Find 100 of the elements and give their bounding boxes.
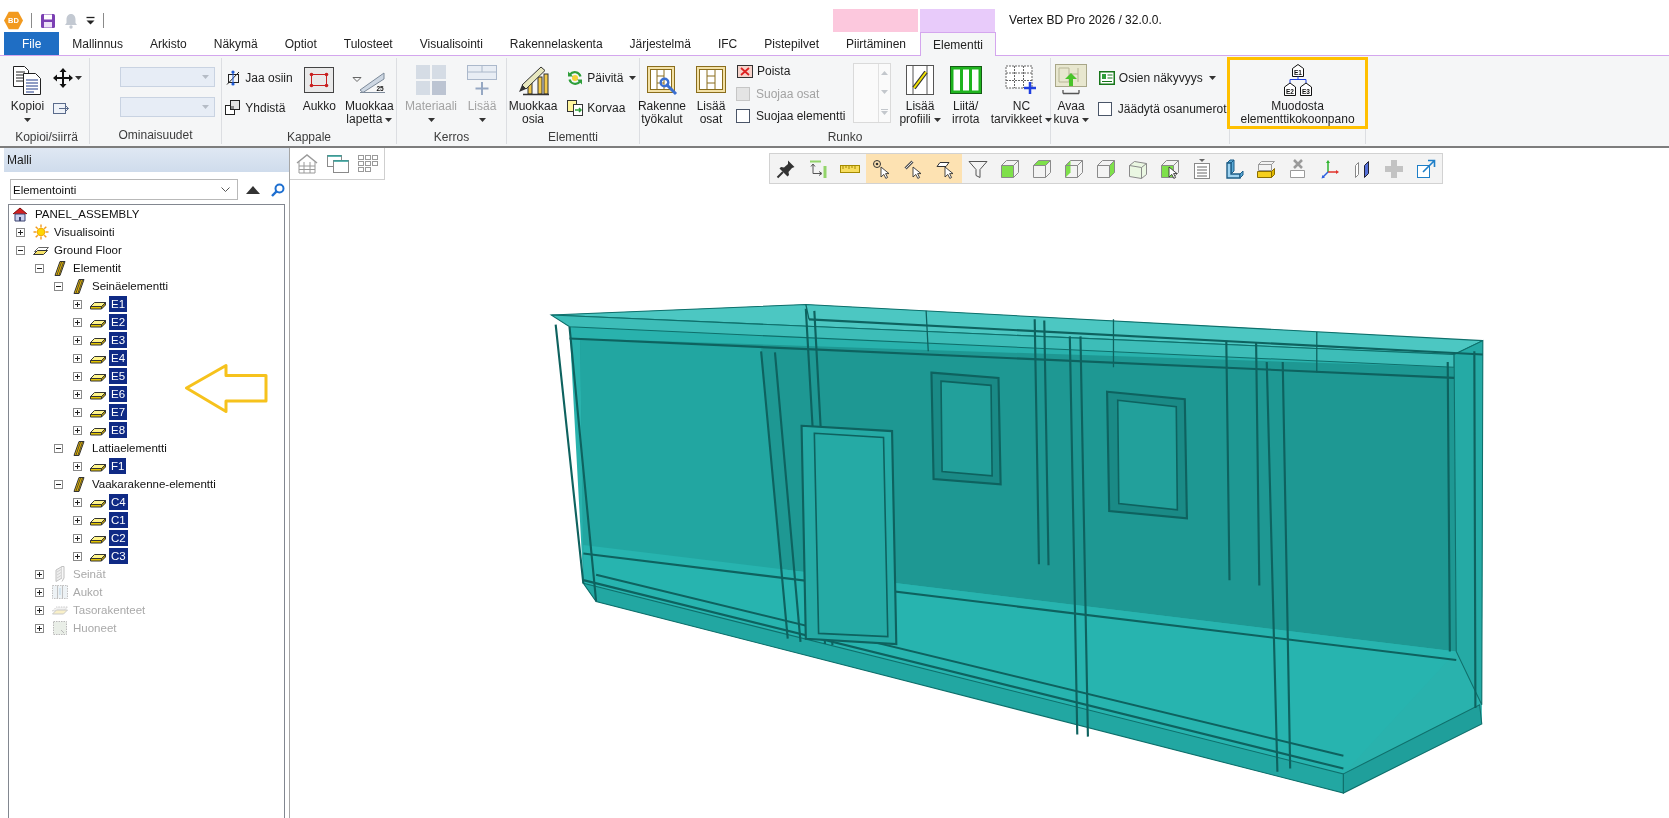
- tree-item[interactable]: PANEL_ASSEMBLY: [33, 206, 142, 222]
- save-icon[interactable]: [40, 12, 56, 29]
- tree-toggle[interactable]: [73, 407, 82, 417]
- house-outline-icon[interactable]: [296, 153, 318, 174]
- ribbon-button[interactable]: Aukko: [299, 58, 339, 128]
- house-node: [1291, 64, 1304, 77]
- tree-toggle[interactable]: [73, 371, 82, 381]
- diagonal-frame-icon: [905, 64, 936, 96]
- tree-item[interactable]: E5: [109, 368, 128, 384]
- tree-item[interactable]: E4: [109, 350, 128, 366]
- tree-item[interactable]: Lattiaelementti: [90, 440, 169, 456]
- ribbon-button[interactable]: Poista: [733, 60, 849, 82]
- windows-icon[interactable]: [327, 154, 349, 173]
- cube-cursor-icon: [1160, 158, 1180, 179]
- tab[interactable]: Mallinnus: [59, 32, 137, 55]
- hatched-panel-icon: [71, 476, 87, 492]
- box-arrow-icon: [53, 101, 71, 115]
- tree-toggle[interactable]: [73, 497, 82, 507]
- box-tray-icon: [1256, 158, 1276, 179]
- tree-item[interactable]: E7: [109, 404, 128, 420]
- panels-icon: [1352, 158, 1372, 179]
- tab[interactable]: Piirtäminen: [833, 32, 919, 55]
- tree-toggle[interactable]: [16, 227, 25, 237]
- l-profile-icon: [1224, 158, 1244, 179]
- ribbon-button[interactable]: Lisää osat: [692, 58, 730, 128]
- group-label: Elementti: [548, 130, 598, 144]
- tab[interactable]: Tulosteet: [330, 32, 406, 55]
- tab[interactable]: Visualisointi: [406, 32, 496, 55]
- tree-item[interactable]: C1: [109, 512, 128, 528]
- tree-toggle[interactable]: [73, 515, 82, 525]
- tree-item[interactable]: E2: [109, 314, 128, 330]
- tab[interactable]: Näkymä: [200, 32, 271, 55]
- tree-item[interactable]: C3: [109, 548, 128, 564]
- ribbon-button[interactable]: Liitä/irrota: [946, 58, 985, 128]
- group-label: Ominaisuudet: [118, 128, 193, 142]
- tree-item[interactable]: E1: [109, 296, 128, 312]
- tree-toggle[interactable]: [35, 263, 44, 273]
- tree-toggle[interactable]: [73, 335, 82, 345]
- tree-toggle[interactable]: [16, 245, 25, 255]
- tree-item[interactable]: F1: [109, 458, 127, 474]
- tab[interactable]: Arkisto: [137, 32, 200, 55]
- tree-item[interactable]: E6: [109, 386, 128, 402]
- ribbon-button[interactable]: Jaa osiin: [221, 66, 297, 89]
- checkbox[interactable]: [736, 109, 750, 123]
- tree-toggle[interactable]: [73, 425, 82, 435]
- tree-item[interactable]: Elementit: [71, 260, 123, 276]
- view-select[interactable]: Elementointi: [10, 179, 238, 200]
- window-title: Vertex BD Pro 2026 / 32.0.0.: [1009, 13, 1162, 27]
- tree-item[interactable]: E8: [109, 422, 128, 438]
- tab[interactable]: Järjestelmä: [616, 32, 704, 55]
- tree-toggle[interactable]: [73, 533, 82, 543]
- house-icon: [12, 206, 28, 222]
- tree-toggle[interactable]: [54, 281, 63, 291]
- split-icon: [225, 69, 242, 86]
- tree-item[interactable]: Ground Floor: [52, 242, 124, 258]
- tree-item[interactable]: E3: [109, 332, 128, 348]
- caret-icon: [202, 104, 209, 109]
- ribbon-button[interactable]: Lisää profiili: [896, 58, 944, 128]
- tree-toggle[interactable]: [73, 389, 82, 399]
- bar-caret-icon[interactable]: [86, 16, 95, 25]
- filter-icon: [968, 158, 988, 179]
- tree-toggle[interactable]: [73, 461, 82, 471]
- house-node: [1283, 82, 1296, 96]
- ribbon-button[interactable]: Kopioi: [7, 58, 48, 128]
- swap-icon: [567, 100, 584, 117]
- tree-item[interactable]: C2: [109, 530, 128, 546]
- tree-item[interactable]: Visualisointi: [52, 224, 117, 240]
- tab[interactable]: IFC: [704, 32, 751, 55]
- tree-toggle[interactable]: [54, 479, 63, 489]
- tab[interactable]: Elementti: [920, 32, 997, 56]
- opening-icon: [52, 584, 68, 600]
- panel-title: Malli: [4, 148, 289, 172]
- tree-toggle[interactable]: [73, 551, 82, 561]
- tree-toggle[interactable]: [73, 299, 82, 309]
- checkbox[interactable]: [1097, 101, 1112, 116]
- grid-icon[interactable]: [358, 155, 378, 172]
- ribbon-button[interactable]: Yhdistä: [221, 97, 297, 120]
- tree-toggle[interactable]: [73, 353, 82, 363]
- tree-item[interactable]: C4: [109, 494, 128, 510]
- toolbar-button[interactable]: [930, 154, 962, 183]
- card-icon: [1098, 71, 1115, 86]
- cube-top-icon: [1032, 158, 1052, 179]
- tree-toggle[interactable]: [54, 443, 63, 453]
- delete-icon: [737, 64, 753, 78]
- cursor-target-icon: [872, 158, 892, 179]
- ribbon-button[interactable]: Osien näkyvyys: [1094, 67, 1230, 90]
- pin-icon: [776, 158, 796, 179]
- copy-icon: [11, 64, 44, 96]
- tree-item[interactable]: Vaakarakenne-elementti: [90, 476, 218, 492]
- ribbon-button[interactable]: Muokkaa osia: [505, 58, 561, 128]
- tab[interactable]: Rakennelaskenta: [496, 32, 616, 55]
- up-arrow-icon[interactable]: [246, 185, 260, 194]
- tab[interactable]: Optiot: [271, 32, 330, 55]
- tree-toggle[interactable]: [73, 317, 82, 327]
- tab[interactable]: Pistepilvet: [751, 32, 832, 55]
- tree-item[interactable]: Seinäelementti: [90, 278, 171, 294]
- file-tab[interactable]: File: [4, 32, 60, 55]
- ribbon-button[interactable]: Avaa kuva: [1050, 58, 1092, 128]
- search-icon[interactable]: [271, 182, 285, 197]
- frame-icon: [695, 64, 727, 96]
